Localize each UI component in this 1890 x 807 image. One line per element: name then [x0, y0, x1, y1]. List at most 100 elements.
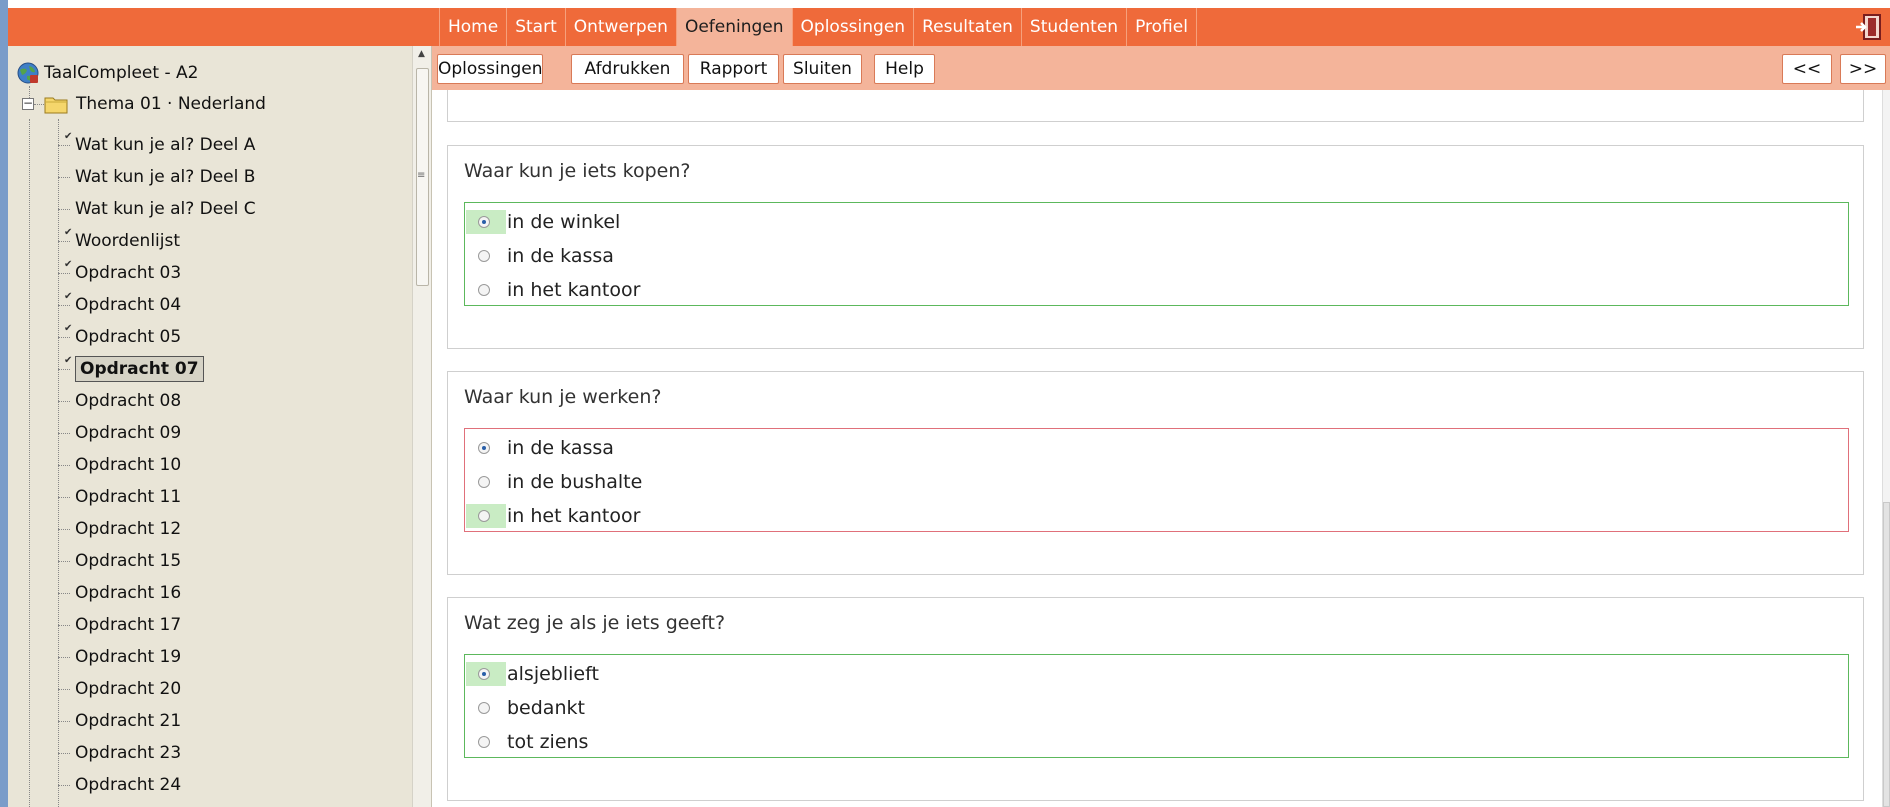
tree-root-label: TaalCompleet - A2 [44, 63, 199, 83]
nav-tab-profiel[interactable]: Profiel [1126, 8, 1197, 46]
tree-connector [58, 689, 70, 690]
tree-item-label: Wat kun je al? Deel C [75, 199, 256, 219]
tree-item-label: Wat kun je al? Deel A [75, 135, 256, 155]
question-card: Wat zeg je als je iets geeft? alsjeblieft… [447, 597, 1864, 801]
answer-option[interactable]: in de kassa [465, 243, 1848, 269]
tree-item-label: Opdracht 09 [75, 423, 182, 443]
tree-item-label: Opdracht 08 [75, 391, 182, 411]
correct-answer-highlight [466, 504, 506, 528]
collapse-toggle[interactable]: − [22, 97, 34, 110]
tree-item-label: Opdracht 24 [75, 775, 182, 795]
exercise-content: Waar kun je iets kopen? in de winkel in de… [432, 90, 1890, 807]
help-button[interactable]: Help [874, 54, 935, 84]
solutions-button[interactable]: Oplossingen [437, 54, 543, 84]
radio-button[interactable] [478, 736, 490, 748]
tree-item-label: Opdracht 19 [75, 647, 182, 667]
tree-connector [58, 625, 70, 626]
toolbar: Oplossingen Afdrukken Rapport Sluiten He… [432, 46, 1890, 90]
window-left-edge [0, 0, 8, 807]
nav-tab-oefeningen[interactable]: Oefeningen [675, 8, 792, 46]
sidebar: TaalCompleet - A2 − Thema 01 · Nederland… [8, 46, 432, 807]
answer-option[interactable]: tot ziens [465, 729, 1848, 755]
scroll-up-icon[interactable]: ▲ [418, 49, 425, 59]
question-card: Waar kun je werken? in de kassa in de bush… [447, 371, 1864, 575]
sidebar-scrollbar[interactable]: ▲ ≡ [412, 46, 431, 807]
answer-group-correct: in de winkel in de kassa in het kantoor [464, 202, 1849, 306]
question-text: Waar kun je iets kopen? [464, 160, 691, 182]
question-card: Waar kun je iets kopen? in de winkel in de… [447, 145, 1864, 349]
answer-label: in het kantoor [507, 279, 641, 301]
answer-label: alsjeblieft [507, 663, 599, 685]
answer-label: in de kassa [507, 245, 614, 267]
correct-answer-highlight [466, 210, 506, 234]
answer-option[interactable]: in de winkel [465, 209, 1848, 235]
radio-button[interactable] [478, 284, 490, 296]
answer-option[interactable]: in het kantoor [465, 503, 1848, 529]
tree-item-label: Wat kun je al? Deel B [75, 167, 256, 187]
answer-option[interactable]: bedankt [465, 695, 1848, 721]
check-icon: ✔ [64, 355, 73, 366]
tree-item-label: Opdracht 10 [75, 455, 182, 475]
content-scrollbar[interactable] [1882, 90, 1890, 807]
tree-connector [58, 401, 70, 402]
answer-option[interactable]: in het kantoor [465, 277, 1848, 303]
tree-connector [58, 721, 70, 722]
answer-option[interactable]: in de bushalte [465, 469, 1848, 495]
nav-tab-home[interactable]: Home [439, 8, 506, 46]
lesson-tree: TaalCompleet - A2 − Thema 01 · Nederland… [8, 46, 413, 807]
report-button[interactable]: Rapport [688, 54, 779, 84]
check-icon: ✔ [64, 259, 73, 270]
next-button[interactable]: >> [1840, 54, 1886, 84]
globe-icon [17, 62, 39, 84]
tree-connector [58, 497, 70, 498]
radio-button[interactable] [478, 510, 490, 522]
folder-icon [44, 97, 68, 114]
tree-theme-label: Thema 01 · Nederland [76, 94, 266, 114]
radio-wrapper [466, 730, 506, 754]
tree-item-label: Opdracht 23 [75, 743, 182, 763]
tree-connector [58, 433, 70, 434]
check-icon: ✔ [64, 131, 73, 142]
question-text: Wat zeg je als je iets geeft? [464, 612, 726, 634]
tree-connector [58, 177, 70, 178]
answer-label: bedankt [507, 697, 585, 719]
answer-label: in de winkel [507, 211, 621, 233]
tree-item-label: Opdracht 03 [75, 263, 182, 283]
previous-button[interactable]: << [1782, 54, 1832, 84]
tree-item-label: Opdracht 04 [75, 295, 182, 315]
answer-option[interactable]: in de kassa [465, 435, 1848, 461]
tree-connector [58, 753, 70, 754]
radio-wrapper [466, 278, 506, 302]
answer-group-correct: alsjeblieft bedankt tot ziens [464, 654, 1849, 758]
check-icon: ✔ [64, 323, 73, 334]
tree-item-label: Opdracht 12 [75, 519, 182, 539]
nav-tab-oplossingen[interactable]: Oplossingen [791, 8, 914, 46]
scrollbar-thumb[interactable] [1883, 502, 1890, 807]
tree-connector [58, 465, 70, 466]
tree-item-label: Opdracht 21 [75, 711, 182, 731]
tree-connector [58, 209, 70, 210]
previous-question-card [447, 90, 1864, 122]
tree-item-label: Opdracht 25 [75, 802, 181, 807]
answer-option[interactable]: alsjeblieft [465, 661, 1848, 687]
close-button[interactable]: Sluiten [783, 54, 862, 84]
radio-button[interactable] [478, 250, 490, 262]
radio-button[interactable] [478, 668, 490, 680]
check-icon: ✔ [64, 291, 73, 302]
tree-connector [29, 119, 30, 807]
nav-tab-start[interactable]: Start [506, 8, 565, 46]
radio-button[interactable] [478, 216, 490, 228]
tree-item-label: Opdracht 05 [75, 327, 182, 347]
print-button[interactable]: Afdrukken [571, 54, 684, 84]
radio-button[interactable] [478, 476, 490, 488]
radio-button[interactable] [478, 702, 490, 714]
nav-tab-resultaten[interactable]: Resultaten [913, 8, 1021, 46]
answer-label: tot ziens [507, 731, 589, 753]
exit-door-icon[interactable] [1854, 13, 1884, 41]
nav-tab-ontwerpen[interactable]: Ontwerpen [564, 8, 676, 46]
answer-label: in de bushalte [507, 471, 643, 493]
radio-button[interactable] [478, 442, 490, 454]
nav-tab-studenten[interactable]: Studenten [1020, 8, 1126, 46]
question-text: Waar kun je werken? [464, 386, 662, 408]
answer-label: in het kantoor [507, 505, 641, 527]
